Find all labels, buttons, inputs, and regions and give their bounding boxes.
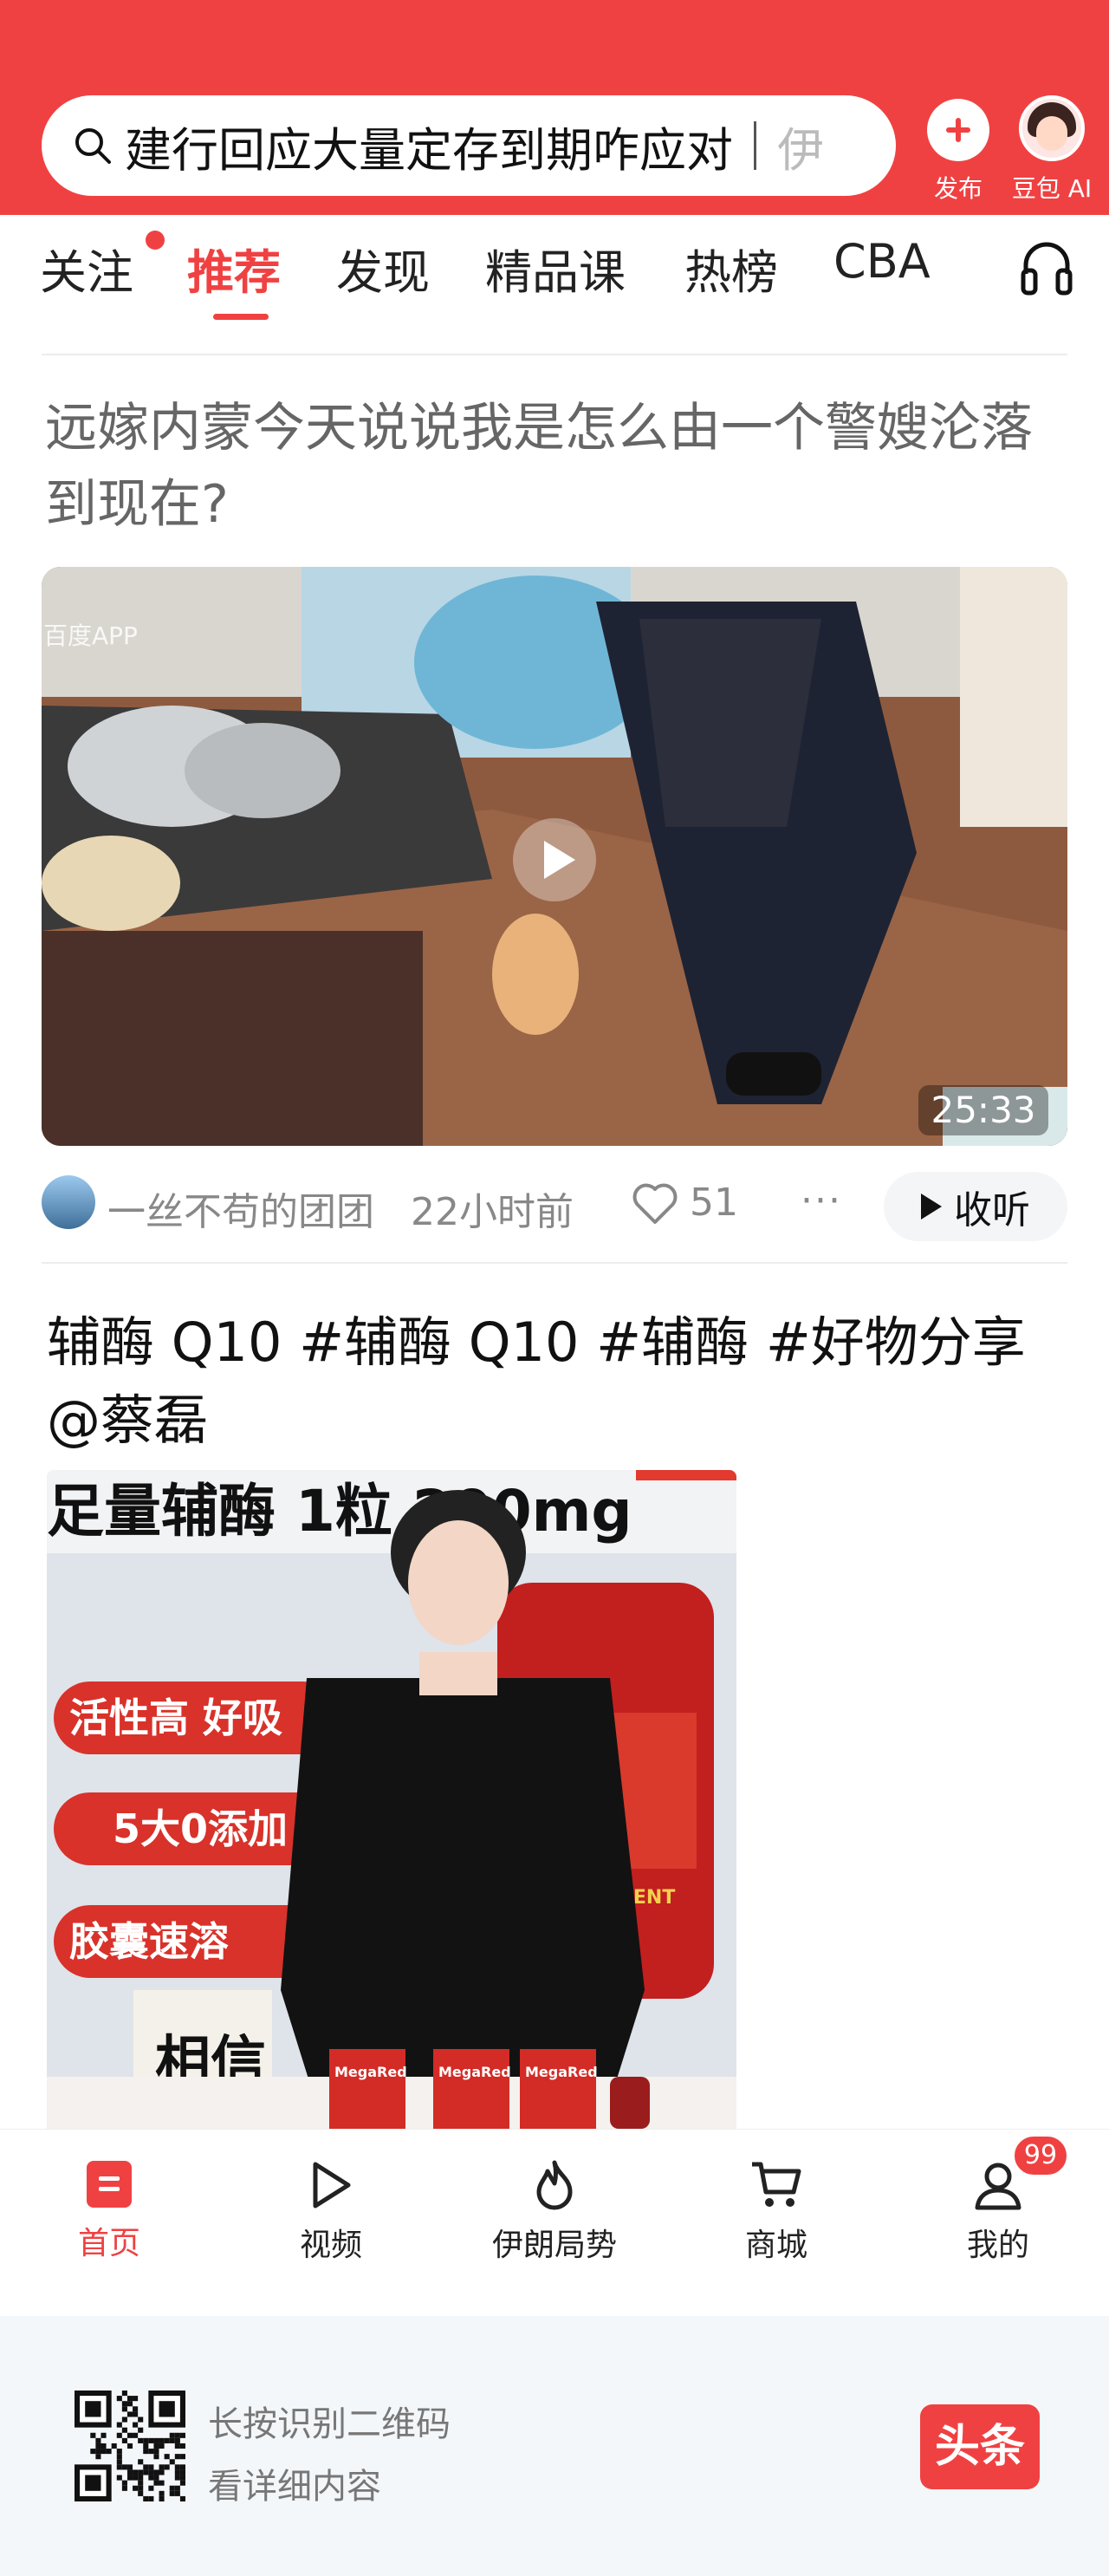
plus-icon (927, 99, 989, 161)
active-tab-indicator (213, 314, 269, 320)
qr-code-icon[interactable] (75, 2391, 185, 2501)
article1-title[interactable]: 远嫁内蒙今天说说我是怎么由一个警嫂沦落到现在? (45, 390, 1067, 543)
article1-meta: 一丝不苟的团团 22小时前 51 ··· 收听 (0, 1172, 1109, 1241)
tab-recommend[interactable]: 推荐 (187, 234, 281, 320)
search-icon (75, 128, 111, 164)
video-play-icon (313, 2162, 351, 2208)
video-duration: 25:33 (918, 1085, 1048, 1135)
nav-iran-label: 伊朗局势 (491, 2228, 617, 2263)
headphones-icon[interactable] (1021, 236, 1073, 302)
pill-text-2: 5大0添加 (113, 1805, 288, 1852)
search-query: 建行回应大量定存到期咋应对 (125, 122, 733, 178)
tab-recommend-label: 推荐 (187, 245, 281, 300)
publish-label: 发布 (933, 174, 983, 203)
search-divider (754, 121, 756, 170)
pill-text-1: 活性高 好吸 (69, 1695, 282, 1741)
like-count: 51 (690, 1181, 738, 1225)
listen-label: 收听 (954, 1188, 1030, 1233)
new-dot (146, 231, 165, 250)
product-label-1: MegaRed (334, 2064, 407, 2080)
qr-hint-line1: 长按识别二维码 (208, 2404, 451, 2444)
nav-home-label: 首页 (77, 2226, 140, 2261)
qr-hint-line2: 看详细内容 (208, 2467, 381, 2507)
listen-button[interactable]: 收听 (884, 1172, 1067, 1241)
top-header: 建行回应大量定存到期咋应对 伊 发布 豆包 AI (0, 0, 1109, 215)
play-icon[interactable] (513, 818, 596, 901)
channel-tabs: 关注 推荐 发现 精品课 热榜 CBA (0, 215, 1109, 354)
heart-icon[interactable] (631, 1181, 679, 1226)
nav-mall[interactable]: 商城 (690, 2159, 863, 2265)
search-bar[interactable]: 建行回应大量定存到期咋应对 伊 (42, 95, 896, 196)
tab-cba[interactable]: CBA (833, 234, 931, 289)
product-label-3: MegaRed (525, 2064, 598, 2080)
author-name[interactable]: 一丝不苟的团团 (107, 1181, 374, 1236)
product-label-2: MegaRed (438, 2064, 511, 2080)
nav-video-label: 视频 (299, 2228, 362, 2263)
tab-hot-list[interactable]: 热榜 (684, 234, 778, 302)
tabs-fade (962, 215, 1014, 336)
doubao-ai-button[interactable]: 豆包 AI (1008, 95, 1095, 205)
article2-image[interactable]: 足量辅酶 1粒 200mg SUPPLEMENT 活性高 好吸 5大0添加 胶囊… (47, 1470, 736, 2129)
article2-title[interactable]: 辅酶 Q10 #辅酶 Q10 #辅酶 #好物分享@蔡磊 (47, 1304, 1069, 1460)
tabs-divider (42, 354, 1067, 355)
publish-button[interactable]: 发布 (925, 99, 991, 205)
search-next-query: 伊 (777, 122, 824, 178)
home-icon (87, 2161, 132, 2208)
pill-text-3: 胶囊速溶 (69, 1918, 229, 1965)
cart-icon (752, 2162, 801, 2207)
tab-premium-course[interactable]: 精品课 (485, 234, 626, 302)
nav-video[interactable]: 视频 (244, 2159, 418, 2265)
banner-text: 足量辅酶 1粒 200mg (47, 1478, 632, 1545)
ai-label: 豆包 AI (1011, 174, 1093, 203)
nav-mine[interactable]: 我的 (911, 2159, 1085, 2265)
toutiao-logo: 头条 (920, 2404, 1040, 2489)
tab-follow[interactable]: 关注 (40, 234, 133, 302)
fire-icon (536, 2160, 573, 2210)
video-watermark: 百度APP (43, 621, 138, 650)
nav-mall-label: 商城 (744, 2228, 807, 2263)
nav-mine-label: 我的 (966, 2228, 1029, 2263)
ai-avatar-icon (1019, 95, 1085, 161)
qr-footer: 长按识别二维码 看详细内容 头条 (0, 2316, 1109, 2576)
author-avatar[interactable] (42, 1175, 95, 1229)
tab-discover[interactable]: 发现 (336, 234, 430, 302)
notification-badge: 99 (1012, 2134, 1069, 2177)
more-options-icon[interactable]: ··· (801, 1179, 842, 1223)
bottom-nav: 首页 视频 伊朗局势 商城 我的 (0, 2129, 1109, 2316)
publish-time: 22小时前 (411, 1190, 574, 1234)
nav-iran-situation[interactable]: 伊朗局势 (468, 2159, 641, 2265)
play-small-icon (921, 1194, 942, 1220)
article-divider (42, 1262, 1067, 1264)
nav-home[interactable]: 首页 (23, 2159, 196, 2263)
